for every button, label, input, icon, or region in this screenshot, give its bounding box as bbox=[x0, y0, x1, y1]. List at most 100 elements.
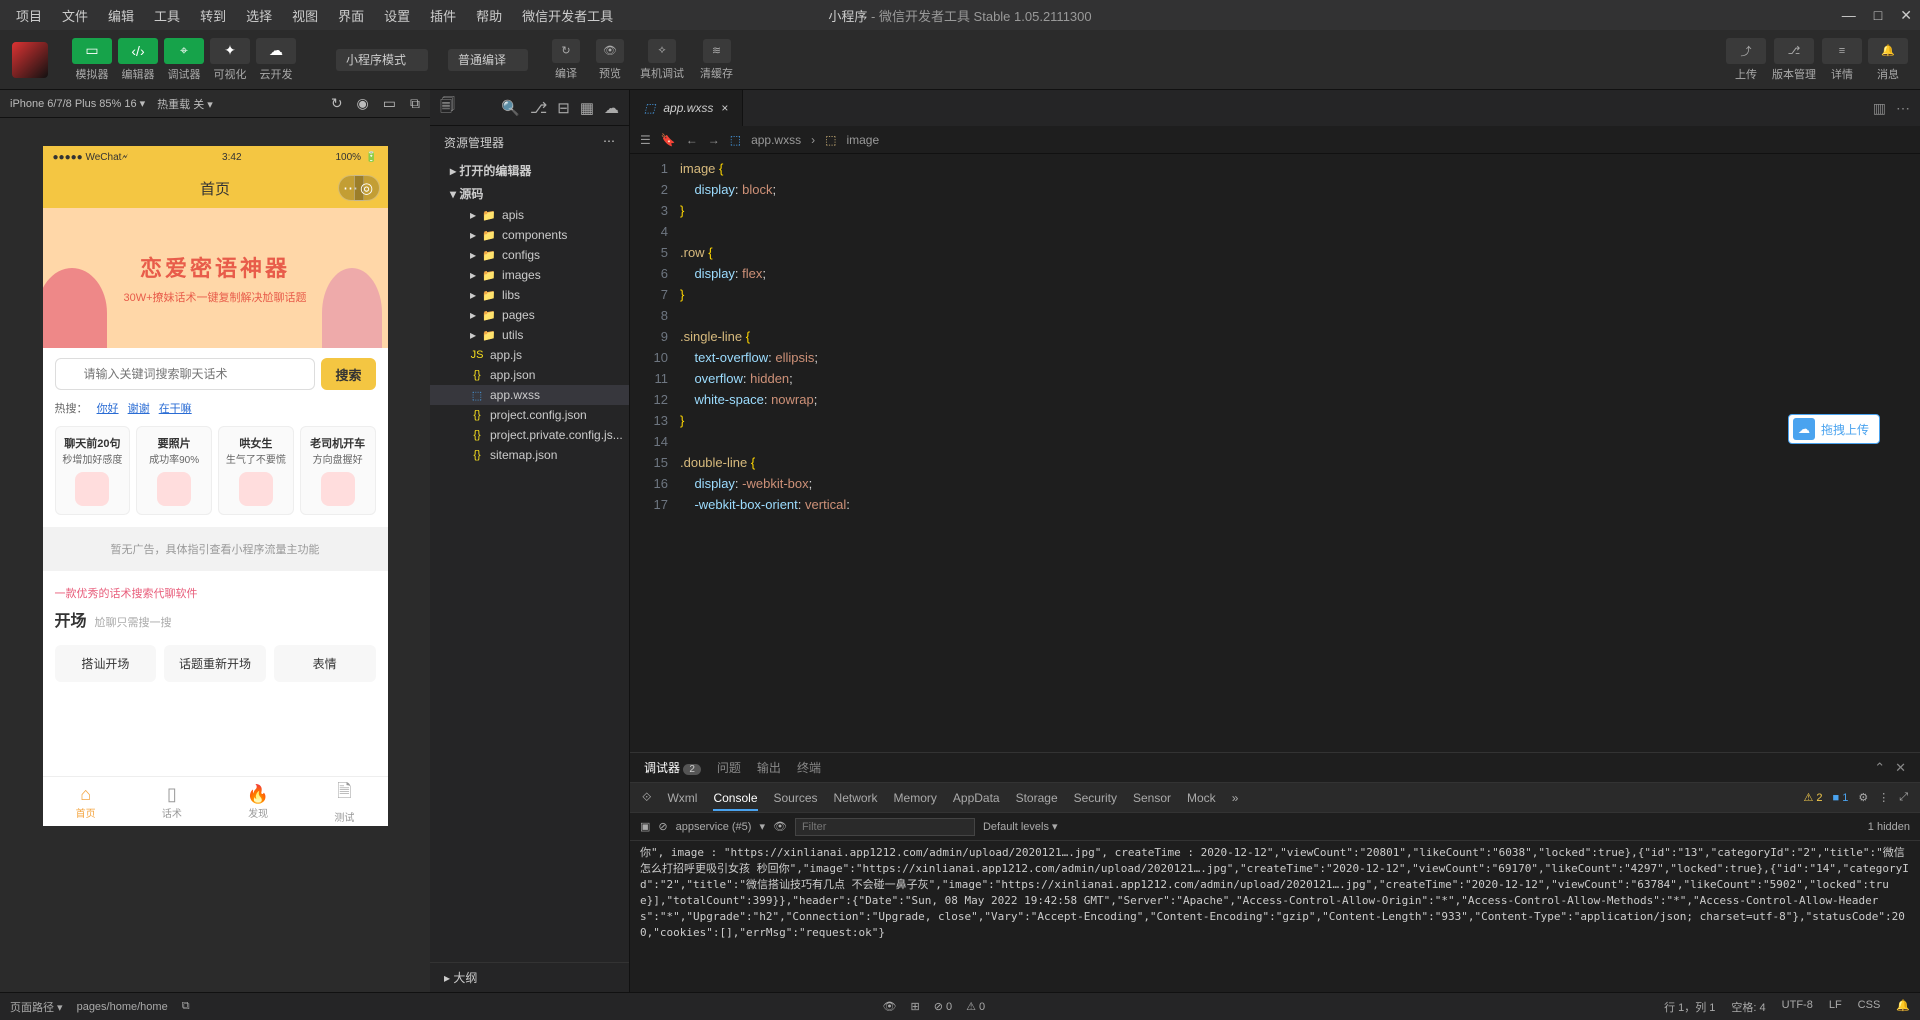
warnings[interactable]: ⚠ 0 bbox=[966, 1000, 985, 1013]
refresh-icon[interactable]: ↻ bbox=[331, 95, 343, 112]
filter-input[interactable] bbox=[795, 818, 975, 836]
close-icon[interactable]: ✕ bbox=[1900, 7, 1912, 24]
inspect-icon[interactable]: ⟐ bbox=[642, 790, 651, 805]
topic-tab[interactable]: 搭讪开场 bbox=[55, 645, 157, 682]
tool-调试器[interactable]: ⌖调试器 bbox=[164, 38, 204, 82]
feature-card[interactable]: 聊天前20句秒增加好感度 bbox=[55, 426, 131, 515]
copy-icon[interactable]: ⧉ bbox=[410, 95, 420, 112]
menu-item[interactable]: 选择 bbox=[238, 2, 280, 29]
action-清缓存[interactable]: ≋清缓存 bbox=[700, 39, 733, 81]
panel-tab[interactable]: 终端 bbox=[797, 759, 821, 776]
tree-item-apis[interactable]: ▸ 📁apis bbox=[430, 205, 629, 225]
split-icon[interactable]: ▥ bbox=[1873, 100, 1886, 117]
right-上传[interactable]: ⤴上传 bbox=[1726, 38, 1766, 82]
close-tab-icon[interactable]: × bbox=[721, 101, 728, 115]
hot-link[interactable]: 在干嘛 bbox=[159, 403, 192, 415]
panel-up-icon[interactable]: ⌃ bbox=[1874, 760, 1885, 776]
search-input[interactable] bbox=[55, 358, 316, 390]
tree-item-libs[interactable]: ▸ 📁libs bbox=[430, 285, 629, 305]
phone-simulator[interactable]: ●●●●● WeChat🗲 3:42 100% 🔋 首页 ⋯◎ 恋爱密语神器 3… bbox=[43, 146, 388, 826]
panel-tab[interactable]: 问题 bbox=[717, 759, 741, 776]
hot-link[interactable]: 你好 bbox=[97, 403, 119, 415]
project-logo[interactable] bbox=[12, 42, 48, 78]
capsule-buttons[interactable]: ⋯◎ bbox=[338, 175, 380, 201]
maximize-icon[interactable]: □ bbox=[1874, 7, 1882, 24]
info-badge[interactable]: ■ 1 bbox=[1832, 792, 1848, 804]
menu-item[interactable]: 转到 bbox=[192, 2, 234, 29]
panel-tab[interactable]: 输出 bbox=[757, 759, 781, 776]
eye-icon[interactable]: 👁 bbox=[773, 820, 787, 833]
feature-card[interactable]: 要照片成功率90% bbox=[136, 426, 212, 515]
topic-tab[interactable]: 话题重新开场 bbox=[164, 645, 266, 682]
list-icon[interactable]: ☰ bbox=[640, 133, 651, 147]
bookmark-icon[interactable]: 🔖 bbox=[661, 133, 676, 147]
code-area[interactable]: 1 2 3 4 5 6 7 8 9 10 11 12 13 14 15 16 1… bbox=[630, 154, 1920, 752]
tree-item-app.js[interactable]: JSapp.js bbox=[430, 345, 629, 365]
tree-item-pages[interactable]: ▸ 📁pages bbox=[430, 305, 629, 325]
minimize-icon[interactable]: — bbox=[1842, 7, 1856, 24]
devtab-Sources[interactable]: Sources bbox=[774, 791, 818, 805]
warning-badge[interactable]: ⚠ 2 bbox=[1803, 791, 1822, 804]
menu-item[interactable]: 视图 bbox=[284, 2, 326, 29]
tree-item-components[interactable]: ▸ 📁components bbox=[430, 225, 629, 245]
bell-icon[interactable]: 🔔 bbox=[1896, 999, 1910, 1015]
fold-icon[interactable]: ⊟ bbox=[557, 99, 570, 117]
menu-item[interactable]: 设置 bbox=[376, 2, 418, 29]
cursor-pos[interactable]: 行 1，列 1 bbox=[1664, 999, 1715, 1015]
more-icon[interactable]: ⋯ bbox=[1896, 100, 1910, 117]
menu-item[interactable]: 文件 bbox=[54, 2, 96, 29]
devtab-Network[interactable]: Network bbox=[834, 791, 878, 805]
tree-item-images[interactable]: ▸ 📁images bbox=[430, 265, 629, 285]
action-编译[interactable]: ↻编译 bbox=[552, 39, 580, 81]
hidden-count[interactable]: 1 hidden bbox=[1868, 821, 1910, 833]
tree-section[interactable]: ▾ 源码 bbox=[430, 182, 629, 205]
hot-link[interactable]: 谢谢 bbox=[128, 403, 150, 415]
nav-back-icon[interactable]: ← bbox=[686, 133, 698, 147]
compile-select[interactable]: 普通编译 bbox=[448, 51, 528, 68]
record-icon[interactable]: ◉ bbox=[357, 95, 369, 112]
nav-fwd-icon[interactable]: → bbox=[708, 133, 720, 147]
feature-card[interactable]: 老司机开车方向盘握好 bbox=[300, 426, 376, 515]
devtab-Console[interactable]: Console bbox=[713, 791, 757, 811]
tree-item-utils[interactable]: ▸ 📁utils bbox=[430, 325, 629, 345]
context-select[interactable]: appservice (#5) bbox=[676, 821, 752, 833]
git-icon[interactable]: ⎇ bbox=[530, 99, 547, 117]
errors[interactable]: ⊘ 0 bbox=[934, 1000, 952, 1013]
menu-item[interactable]: 编辑 bbox=[100, 2, 142, 29]
kebab-icon[interactable]: ⋮ bbox=[1878, 791, 1889, 804]
device-select[interactable]: iPhone 6/7/8 Plus 85% 16 ▾ bbox=[10, 97, 145, 110]
tree-item-app.json[interactable]: {}app.json bbox=[430, 365, 629, 385]
feature-card[interactable]: 哄女生生气了不要慌 bbox=[218, 426, 294, 515]
console-output[interactable]: 你", image : "https://xinlianai.app1212.c… bbox=[630, 841, 1920, 992]
tabbar-item[interactable]: 🔥发现 bbox=[215, 777, 301, 826]
top-icon[interactable]: ▣ bbox=[640, 820, 650, 833]
indent[interactable]: 空格: 4 bbox=[1731, 999, 1765, 1015]
reload-mode[interactable]: 热重载 关 ▾ bbox=[157, 96, 213, 112]
copy-path-icon[interactable]: ⧉ bbox=[182, 1000, 190, 1013]
devtab-Storage[interactable]: Storage bbox=[1016, 791, 1058, 805]
devtab-AppData[interactable]: AppData bbox=[953, 791, 1000, 805]
panel-close-icon[interactable]: ✕ bbox=[1895, 760, 1906, 776]
gear-icon[interactable]: ⚙ bbox=[1858, 791, 1868, 804]
menu-item[interactable]: 微信开发者工具 bbox=[514, 2, 621, 29]
tool-模拟器[interactable]: ▭模拟器 bbox=[72, 38, 112, 82]
lang[interactable]: CSS bbox=[1858, 999, 1881, 1015]
menu-item[interactable]: 项目 bbox=[8, 2, 50, 29]
tree-item-sitemap.json[interactable]: {}sitemap.json bbox=[430, 445, 629, 465]
page-path-label[interactable]: 页面路径 ▾ bbox=[10, 999, 63, 1015]
clear-icon[interactable]: ⊘ bbox=[658, 820, 667, 833]
scene-icon[interactable]: ⊞ bbox=[910, 1000, 919, 1013]
tool-编辑器[interactable]: ‹/›编辑器 bbox=[118, 38, 158, 82]
tool-可视化[interactable]: ✦可视化 bbox=[210, 38, 250, 82]
devtab-Sensor[interactable]: Sensor bbox=[1133, 791, 1171, 805]
devtab-Security[interactable]: Security bbox=[1074, 791, 1117, 805]
topic-tab[interactable]: 表情 bbox=[274, 645, 376, 682]
tree-section[interactable]: ▸ 打开的编辑器 bbox=[430, 159, 629, 182]
action-真机调试[interactable]: ⟡真机调试 bbox=[640, 39, 684, 81]
popout-icon[interactable]: ⤢ bbox=[1899, 791, 1908, 804]
outline-section[interactable]: ▸ 大纲 bbox=[430, 962, 629, 992]
cloud-icon[interactable]: ☁ bbox=[604, 99, 619, 117]
tool-云开发[interactable]: ☁云开发 bbox=[256, 38, 296, 82]
more-devtabs[interactable]: » bbox=[1232, 791, 1239, 805]
action-预览[interactable]: 👁预览 bbox=[596, 39, 624, 81]
